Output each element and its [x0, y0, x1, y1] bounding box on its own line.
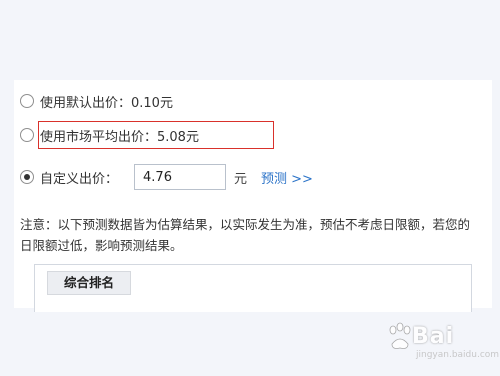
bid-settings-panel: 使用默认出价：0.10元 使用市场平均出价：5.08元 自定义出价： 元 预测 … — [14, 80, 492, 312]
ranking-section: 综合排名 — [34, 264, 472, 312]
bid-unit: 元 — [234, 171, 248, 187]
predict-link[interactable]: 预测 >> — [261, 168, 313, 187]
custom-bid-label: 自定义出价： — [40, 171, 119, 187]
default-bid-label: 使用默认出价：0.10元 — [40, 95, 173, 111]
tab-comprehensive-ranking[interactable]: 综合排名 — [47, 271, 131, 295]
watermark-sub-text: jingyan.baidu.com — [416, 350, 500, 360]
prediction-note: 注意：以下预测数据皆为估算结果，以实际发生为准，预估不考虑日限额，若您的日限额过… — [20, 217, 471, 253]
default-bid-radio[interactable] — [20, 94, 34, 108]
market-avg-bid-label: 使用市场平均出价：5.08元 — [40, 129, 199, 145]
custom-bid-radio[interactable] — [20, 170, 34, 184]
paw-logo-icon — [389, 322, 411, 349]
custom-bid-option[interactable]: 自定义出价： 元 预测 >> — [20, 163, 313, 191]
baidu-jingyan-watermark: Bai jingyan.baidu.com — [386, 320, 499, 364]
default-bid-option[interactable]: 使用默认出价：0.10元 — [20, 89, 173, 113]
market-avg-bid-radio[interactable] — [20, 128, 34, 142]
market-avg-bid-option[interactable]: 使用市场平均出价：5.08元 — [20, 123, 199, 147]
watermark-logo-text: Bai — [412, 324, 455, 349]
custom-bid-input[interactable] — [134, 164, 227, 190]
